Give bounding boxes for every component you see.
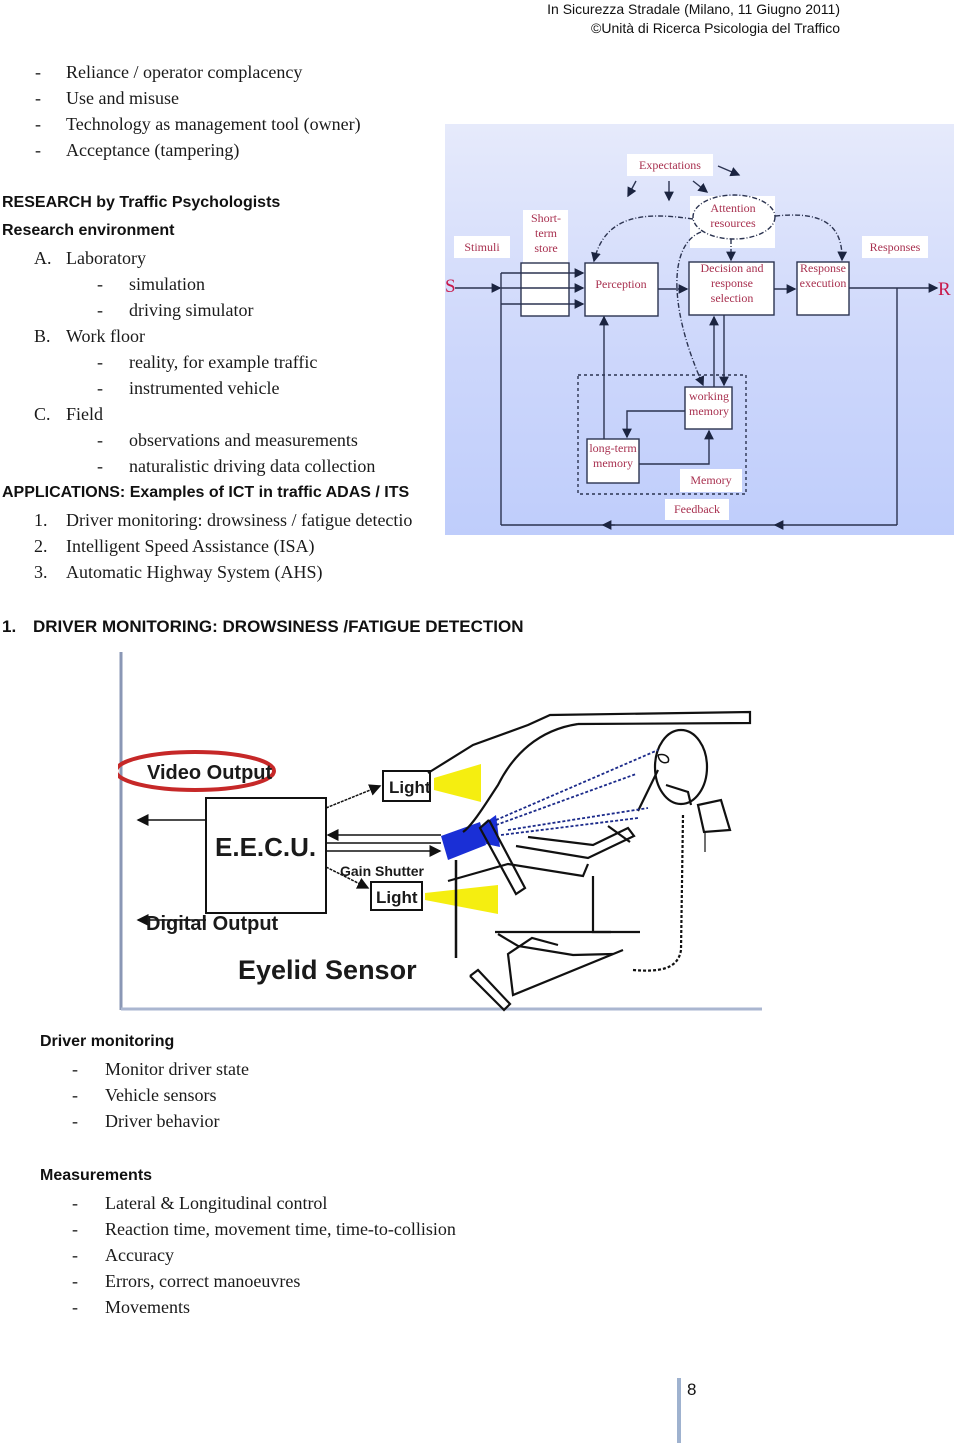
response-label: R (938, 279, 951, 300)
feedback-label: Feedback (674, 502, 720, 516)
applications-heading: APPLICATIONS: Examples of ICT in traffic… (2, 484, 410, 501)
eecu-label: E.E.C.U. (215, 832, 316, 862)
research-heading: RESEARCH by Traffic Psychologists (2, 194, 281, 211)
section-heading: 1. DRIVER MONITORING: DROWSINESS /FATIGU… (2, 617, 524, 637)
eyelid-sensor-title: Eyelid Sensor (238, 955, 417, 985)
sight-lines (495, 749, 659, 836)
long-term-memory-label-1: long-term (589, 441, 637, 455)
driver-silhouette (427, 710, 752, 1012)
short-term-label-3: store (534, 241, 557, 255)
short-term-label-2: term (535, 226, 558, 240)
decision-label-2: response (711, 276, 753, 290)
response-exec-label-1: Response (800, 261, 846, 275)
header-conference: In Sicurezza Stradale (Milano, 11 Giugno… (547, 1, 840, 17)
eyelid-sensor-figure: Video Output E.E.C.U. Light Light Gain S… (118, 650, 764, 1012)
digital-output-label: Digital Output (146, 913, 279, 935)
light-beam-top (434, 764, 481, 802)
attention-label-1: Attention (710, 201, 755, 215)
attention-label-2: resources (710, 216, 756, 230)
working-memory-label-1: working (689, 389, 729, 403)
driver-monitoring-heading: Driver monitoring (40, 1033, 175, 1050)
light-top-label: Light (389, 778, 431, 797)
section-number: 1. (2, 617, 17, 636)
page-number: 8 (687, 1380, 697, 1399)
long-term-memory-label-2: memory (593, 456, 633, 470)
section-title: DRIVER MONITORING: DROWSINESS /FATIGUE D… (33, 617, 524, 636)
gain-shutter-label: Gain Shutter (340, 863, 425, 879)
short-term-label-1: Short- (531, 211, 561, 225)
diagram-svg: Expectations Attention resources Stimuli… (445, 154, 951, 530)
stimulus-label: S (445, 276, 456, 297)
light-beam-bottom (425, 885, 498, 914)
information-processing-diagram: Expectations Attention resources Stimuli… (445, 124, 954, 535)
short-term-store-box (520, 262, 570, 317)
video-output-label: Video Output (147, 762, 273, 784)
response-exec-label-2: execution (800, 276, 847, 290)
perception-label: Perception (595, 277, 646, 291)
header-copyright: ©Unità di Ricerca Psicologia del Traffic… (591, 20, 840, 36)
measurements-heading: Measurements (40, 1167, 153, 1184)
decision-label-3: selection (711, 291, 754, 305)
expectations-label: Expectations (639, 158, 701, 172)
decision-label-1: Decision and (701, 261, 764, 275)
light-bottom-label: Light (376, 888, 418, 907)
page-header: In Sicurezza Stradale (Milano, 11 Giugno… (547, 0, 840, 38)
memory-label: Memory (690, 473, 731, 487)
eyelid-figure-svg: Video Output E.E.C.U. Light Light Gain S… (118, 652, 762, 1012)
responses-label: Responses (870, 240, 921, 254)
working-memory-label-2: memory (689, 404, 729, 418)
stimuli-label: Stimuli (464, 240, 500, 254)
page-number-rule (677, 1378, 681, 1443)
research-subheading: Research environment (2, 222, 175, 239)
